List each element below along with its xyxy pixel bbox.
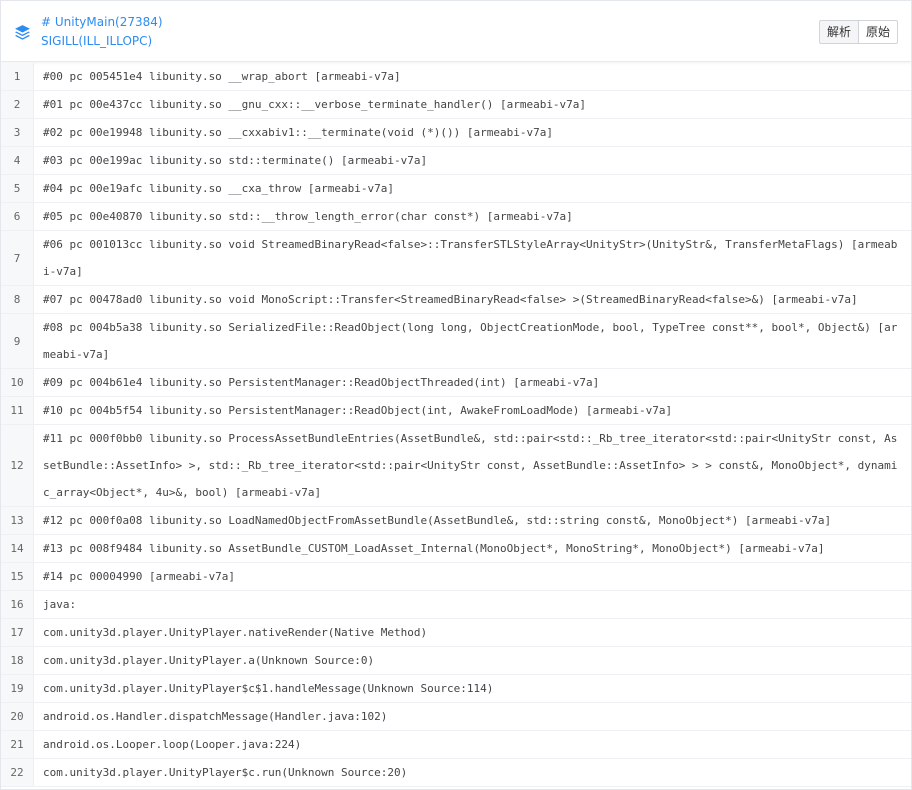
- line-number: 7: [1, 231, 34, 285]
- line-number: 5: [1, 175, 34, 202]
- parse-button[interactable]: 解析: [818, 20, 859, 44]
- stack-frame-text: #10 pc 004b5f54 libunity.so PersistentMa…: [43, 404, 673, 417]
- stack-frame-text: #12 pc 000f0a08 libunity.so LoadNamedObj…: [43, 514, 832, 527]
- line-number: 13: [1, 507, 34, 534]
- stack-frame-text: #06 pc 001013cc libunity.so void Streame…: [43, 238, 898, 278]
- line-number: 10: [1, 369, 34, 396]
- line-number: 14: [1, 535, 34, 562]
- table-row: 13 #12 pc 000f0a08 libunity.so LoadNamedO…: [1, 507, 911, 535]
- stack-frame-text: #09 pc 004b61e4 libunity.so PersistentMa…: [43, 376, 600, 389]
- stack-frame-text: #04 pc 00e19afc libunity.so __cxa_throw …: [43, 182, 394, 195]
- line-number: 6: [1, 203, 34, 230]
- line-number: 20: [1, 703, 34, 730]
- trace-lines: 1 #00 pc 005451e4 libunity.so __wrap_abor…: [1, 63, 911, 787]
- stack-frame-text: #08 pc 004b5a38 libunity.so SerializedFi…: [43, 321, 898, 361]
- line-number: 15: [1, 563, 34, 590]
- stack-frame-text: com.unity3d.player.UnityPlayer$c$1.handl…: [43, 682, 494, 695]
- stack-frame-text: android.os.Handler.dispatchMessage(Handl…: [43, 710, 388, 723]
- trace-title: # UnityMain(27384) SIGILL(ILL_ILLOPC): [41, 13, 163, 51]
- table-row: 14 #13 pc 008f9484 libunity.so AssetBundl…: [1, 535, 911, 563]
- table-row: 11 #10 pc 004b5f54 libunity.so Persistent…: [1, 397, 911, 425]
- line-number: 11: [1, 397, 34, 424]
- table-row: 21 android.os.Looper.loop(Looper.java:224…: [1, 731, 911, 759]
- table-row: 12 #11 pc 000f0bb0 libunity.so ProcessAss…: [1, 425, 911, 507]
- stack-frame-text: java:: [43, 598, 77, 611]
- line-number: 2: [1, 91, 34, 118]
- line-number: 21: [1, 731, 34, 758]
- signal-name: SIGILL(ILL_ILLOPC): [41, 34, 153, 48]
- table-row: 16 java:: [1, 591, 911, 619]
- stack-frame-text: #01 pc 00e437cc libunity.so __gnu_cxx::_…: [43, 98, 587, 111]
- table-row: 20 android.os.Handler.dispatchMessage(Han…: [1, 703, 911, 731]
- table-row: 18 com.unity3d.player.UnityPlayer.a(Unkno…: [1, 647, 911, 675]
- layers-icon: [15, 25, 30, 40]
- line-number: 22: [1, 759, 34, 786]
- stack-trace-panel: # UnityMain(27384) SIGILL(ILL_ILLOPC) 解析…: [0, 0, 912, 790]
- trace-header: # UnityMain(27384) SIGILL(ILL_ILLOPC) 解析…: [1, 1, 911, 62]
- table-row: 15 #14 pc 00004990 [armeabi-v7a]: [1, 563, 911, 591]
- line-number: 4: [1, 147, 34, 174]
- stack-frame-text: #03 pc 00e199ac libunity.so std::termina…: [43, 154, 428, 167]
- stack-frame-text: com.unity3d.player.UnityPlayer.a(Unknown…: [43, 654, 375, 667]
- table-row: 19 com.unity3d.player.UnityPlayer$c$1.han…: [1, 675, 911, 703]
- table-row: 17 com.unity3d.player.UnityPlayer.nativeR…: [1, 619, 911, 647]
- line-number: 18: [1, 647, 34, 674]
- stack-frame-text: #05 pc 00e40870 libunity.so std::__throw…: [43, 210, 573, 223]
- table-row: 4 #03 pc 00e199ac libunity.so std::termin…: [1, 147, 911, 175]
- thread-name: # UnityMain(27384): [41, 15, 163, 29]
- stack-frame-text: #14 pc 00004990 [armeabi-v7a]: [43, 570, 236, 583]
- stack-frame-text: #00 pc 005451e4 libunity.so __wrap_abort…: [43, 70, 401, 83]
- table-row: 8 #07 pc 00478ad0 libunity.so void MonoSc…: [1, 286, 911, 314]
- table-row: 1 #00 pc 005451e4 libunity.so __wrap_abor…: [1, 63, 911, 91]
- line-number: 9: [1, 314, 34, 368]
- table-row: 2 #01 pc 00e437cc libunity.so __gnu_cxx::…: [1, 91, 911, 119]
- table-row: 6 #05 pc 00e40870 libunity.so std::__thro…: [1, 203, 911, 231]
- stack-frame-text: #02 pc 00e19948 libunity.so __cxxabiv1::…: [43, 126, 553, 139]
- line-number: 8: [1, 286, 34, 313]
- line-number: 17: [1, 619, 34, 646]
- table-row: 22 com.unity3d.player.UnityPlayer$c.run(U…: [1, 759, 911, 787]
- table-row: 5 #04 pc 00e19afc libunity.so __cxa_throw…: [1, 175, 911, 203]
- stack-frame-text: #07 pc 00478ad0 libunity.so void MonoScr…: [43, 293, 858, 306]
- table-row: 7 #06 pc 001013cc libunity.so void Stream…: [1, 231, 911, 286]
- line-number: 19: [1, 675, 34, 702]
- table-row: 10 #09 pc 004b61e4 libunity.so Persistent…: [1, 369, 911, 397]
- line-number: 1: [1, 63, 34, 90]
- view-mode-toggle: 解析 原始: [818, 20, 898, 44]
- stack-frame-text: com.unity3d.player.UnityPlayer.nativeRen…: [43, 626, 428, 639]
- stack-frame-text: #13 pc 008f9484 libunity.so AssetBundle_…: [43, 542, 825, 555]
- table-row: 3 #02 pc 00e19948 libunity.so __cxxabiv1:…: [1, 119, 911, 147]
- stack-frame-text: com.unity3d.player.UnityPlayer$c.run(Unk…: [43, 766, 408, 779]
- raw-button[interactable]: 原始: [858, 20, 898, 44]
- stack-frame-text: #11 pc 000f0bb0 libunity.so ProcessAsset…: [43, 432, 898, 499]
- line-number: 16: [1, 591, 34, 618]
- line-number: 3: [1, 119, 34, 146]
- stack-frame-text: android.os.Looper.loop(Looper.java:224): [43, 738, 302, 751]
- table-row: 9 #08 pc 004b5a38 libunity.so SerializedF…: [1, 314, 911, 369]
- line-number: 12: [1, 425, 34, 506]
